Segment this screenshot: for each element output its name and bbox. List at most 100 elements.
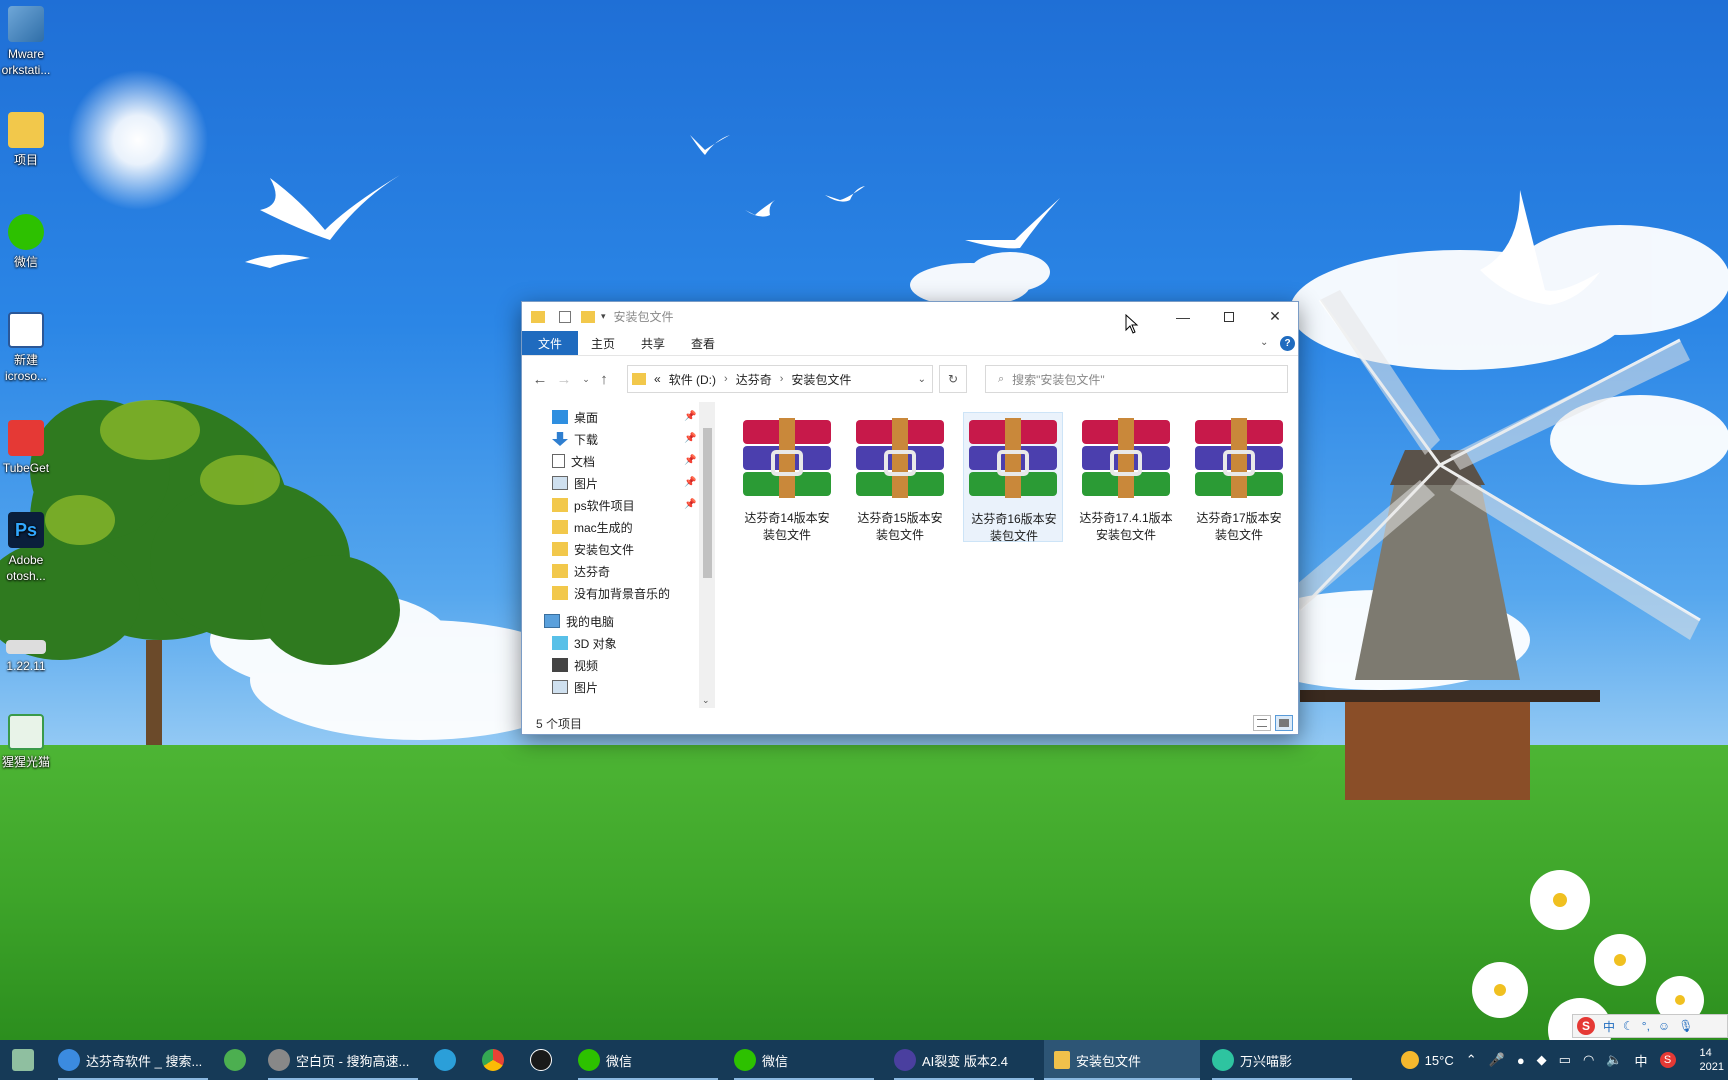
large-icons-view-button[interactable] — [1275, 715, 1293, 731]
taskbar-item-dell[interactable] — [530, 1040, 558, 1080]
nav-scrollbar[interactable]: ⌄ — [699, 402, 715, 708]
taskbar-item-edge[interactable] — [434, 1040, 462, 1080]
network-icon[interactable]: ◠ — [1583, 1052, 1594, 1068]
file-item[interactable]: 达芬奇15版本安装包文件 — [850, 412, 950, 542]
desktop-icon-wechat[interactable]: 微信 — [0, 214, 52, 270]
breadcrumb-davinci[interactable]: 达芬奇 — [736, 371, 772, 388]
microphone-icon[interactable]: 🎙 — [1678, 1019, 1693, 1033]
taskbar-label: 微信 — [606, 1053, 633, 1069]
sogou-tray-icon[interactable]: S — [1659, 1052, 1676, 1068]
pin-icon: 📌 — [684, 477, 697, 488]
nav-item-videos[interactable]: 视频 — [552, 654, 598, 676]
nav-item-davinci[interactable]: 达芬奇 — [552, 560, 610, 582]
refresh-button[interactable]: ↻ — [939, 365, 967, 393]
new-folder-icon[interactable] — [581, 310, 595, 323]
taskbar-item-sogou-browser[interactable]: 空白页 - 搜狗高速... — [268, 1040, 418, 1080]
address-row: ← → ⌄ ↑ « 软件 (D:) › 达芬奇 › 安装包文件 ⌄ ↻ ⌕ 搜索… — [522, 356, 1298, 402]
customize-quick-access-icon[interactable]: ▾ — [601, 311, 606, 322]
forward-button[interactable]: → — [554, 369, 574, 389]
desktop-icon-word[interactable]: 新建 icroso... — [0, 312, 52, 384]
qq-icon[interactable]: ● — [1517, 1053, 1525, 1068]
breadcrumb-drive[interactable]: 软件 (D:) — [669, 371, 716, 388]
details-view-button[interactable] — [1253, 715, 1271, 731]
nav-item-pc-pictures[interactable]: 图片 — [552, 676, 598, 698]
expand-ribbon-icon[interactable]: ⌄ — [1260, 337, 1268, 348]
clock[interactable]: 14 2021 — [1688, 1046, 1724, 1074]
properties-icon[interactable] — [559, 310, 571, 323]
ime-mode-label[interactable]: 中 — [1603, 1018, 1615, 1035]
scrollbar-thumb[interactable] — [703, 428, 712, 578]
nav-item-desktop[interactable]: 桌面 — [552, 406, 598, 428]
desktop-icon-vmware[interactable]: Mware orkstati... — [0, 6, 52, 78]
scroll-down-icon[interactable]: ⌄ — [702, 695, 710, 706]
taskbar-item-chrome[interactable] — [482, 1040, 510, 1080]
maximize-button[interactable] — [1206, 302, 1252, 331]
breadcrumb-current[interactable]: 安装包文件 — [791, 371, 851, 388]
volume-icon[interactable]: 🔈 — [1606, 1052, 1622, 1068]
nav-item-no-bgm[interactable]: 没有加背景音乐的 — [552, 582, 670, 604]
refresh-icon: ↻ — [947, 372, 959, 386]
chevron-up-icon[interactable]: ⌃ — [1466, 1052, 1477, 1068]
desktop-icon-tubeget[interactable]: TubeGet — [0, 420, 52, 476]
nav-item-mac[interactable]: mac生成的 — [552, 516, 633, 538]
filmora-icon — [1212, 1049, 1234, 1071]
nav-item-documents[interactable]: 文档 — [552, 450, 595, 472]
taskbar-item-explorer[interactable]: 安装包文件 — [1044, 1040, 1200, 1080]
desktop-icon-guangmao[interactable]: 猩猩光猫 — [0, 714, 52, 770]
back-button[interactable]: ← — [530, 369, 550, 389]
folder-icon — [8, 112, 44, 148]
moon-icon[interactable]: ☾ — [1623, 1019, 1634, 1033]
file-item[interactable]: 达芬奇16版本安装包文件 — [963, 412, 1063, 543]
breadcrumb-separator-icon[interactable]: › — [724, 373, 728, 385]
taskbar-item-filmora[interactable]: 万兴喵影 — [1212, 1040, 1352, 1080]
desktop-icon-photoshop[interactable]: Ps Adobe otosh... — [0, 512, 52, 584]
taskbar-item-wechat-2[interactable]: 微信 — [734, 1040, 874, 1080]
start-button[interactable] — [12, 1040, 40, 1080]
ime-toolbar[interactable]: S 中 ☾ °, ☺ 🎙 — [1572, 1014, 1728, 1038]
address-dropdown-icon[interactable]: ⌄ — [918, 374, 926, 385]
emoji-icon[interactable]: ☺ — [1658, 1019, 1670, 1033]
ime-indicator[interactable]: 中 — [1635, 1051, 1648, 1070]
desktop-icon-app[interactable]: 1.22.11 — [0, 640, 52, 674]
address-bar[interactable]: « 软件 (D:) › 达芬奇 › 安装包文件 ⌄ — [627, 365, 933, 393]
tab-view[interactable]: 查看 — [678, 331, 728, 355]
tab-home[interactable]: 主页 — [578, 331, 628, 355]
punctuation-icon[interactable]: °, — [1642, 1019, 1650, 1033]
microphone-tray-icon[interactable]: 🎤 — [1489, 1052, 1505, 1068]
details-view-icon — [1257, 719, 1267, 727]
file-item[interactable]: 达芬奇17版本安装包文件 — [1189, 412, 1289, 542]
breadcrumb-overflow[interactable]: « — [654, 372, 661, 386]
status-bar: 5 个项目 — [522, 712, 1298, 734]
nav-item-pictures[interactable]: 图片 — [552, 472, 598, 494]
nav-item-this-pc[interactable]: 我的电脑 — [544, 610, 614, 632]
security-icon[interactable]: ◆ — [1537, 1052, 1547, 1068]
nav-item-3d-objects[interactable]: 3D 对象 — [552, 632, 617, 654]
close-button[interactable]: ✕ — [1252, 302, 1298, 331]
weather-sun-icon[interactable] — [1400, 1051, 1419, 1069]
breadcrumb-separator-icon[interactable]: › — [780, 373, 784, 385]
file-item[interactable]: 达芬奇14版本安装包文件 — [737, 412, 837, 542]
help-icon[interactable]: ? — [1280, 336, 1295, 351]
nav-item-installers[interactable]: 安装包文件 — [552, 538, 634, 560]
taskbar-item-ai-app[interactable]: AI裂变 版本2.4 — [894, 1040, 1034, 1080]
weather-temperature[interactable]: 15°C — [1425, 1053, 1454, 1068]
search-input[interactable]: ⌕ 搜索"安装包文件" — [985, 365, 1288, 393]
folder-icon — [531, 310, 545, 323]
display-icon[interactable]: ▭ — [1559, 1052, 1571, 1068]
file-item[interactable]: 达芬奇17.4.1版本安装包文件 — [1076, 412, 1176, 542]
pin-icon: 📌 — [684, 455, 697, 466]
taskbar-item-app[interactable] — [224, 1040, 252, 1080]
desktop-icon-project[interactable]: 项目 — [0, 112, 52, 168]
tab-share[interactable]: 共享 — [628, 331, 678, 355]
nav-item-downloads[interactable]: 下载 — [552, 428, 598, 450]
up-button[interactable]: ↑ — [594, 369, 614, 389]
clock-date: 2021 — [1699, 1061, 1724, 1073]
minimize-button[interactable]: — — [1160, 302, 1206, 331]
nav-item-ps-projects[interactable]: ps软件项目 — [552, 494, 635, 516]
recent-locations-button[interactable]: ⌄ — [576, 369, 596, 389]
title-bar[interactable]: ▾ 安装包文件 — ✕ — [522, 302, 1298, 331]
taskbar-item-search-browser[interactable]: 达芬奇软件 _ 搜索... — [58, 1040, 208, 1080]
taskbar-item-wechat[interactable]: 微信 — [578, 1040, 718, 1080]
file-name: 达芬奇15版本安装包文件 — [857, 511, 943, 542]
tab-file[interactable]: 文件 — [522, 331, 579, 355]
